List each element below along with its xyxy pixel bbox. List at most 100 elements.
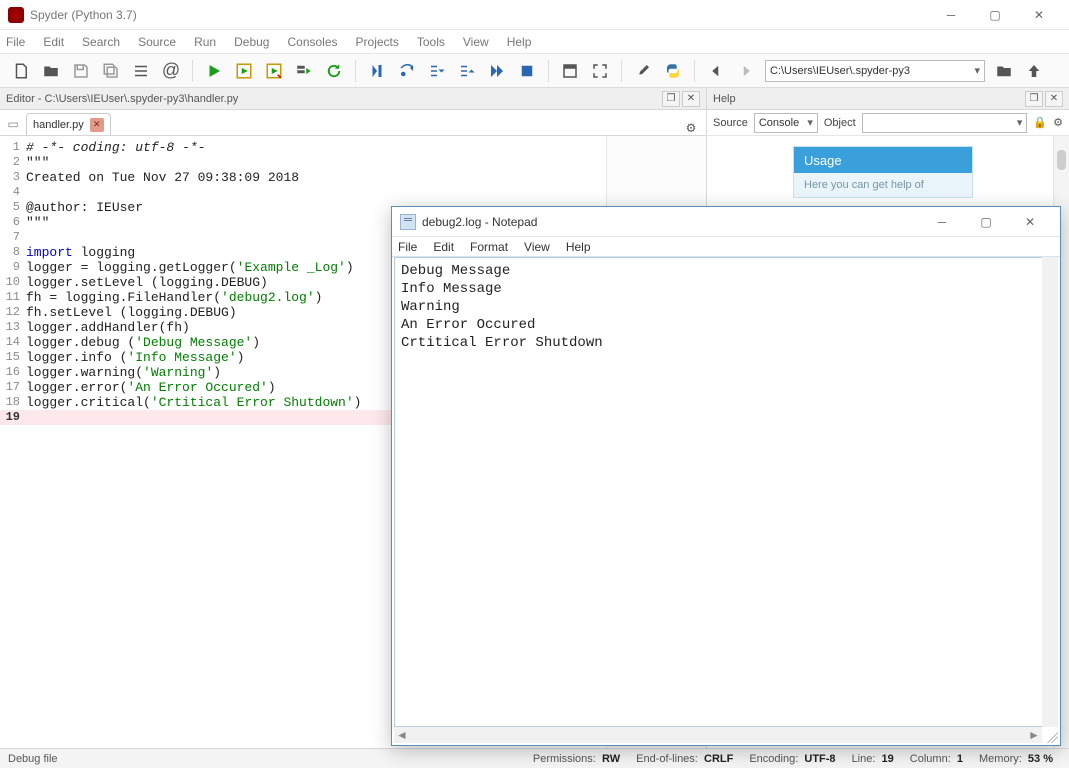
menu-run[interactable]: Run (194, 35, 216, 49)
step-over-icon[interactable] (395, 59, 419, 83)
status-enc-label: Encoding: (749, 753, 798, 765)
open-file-icon[interactable] (39, 59, 63, 83)
object-label: Object (824, 117, 856, 129)
status-col-label: Column: (910, 753, 951, 765)
notepad-menu-view[interactable]: View (524, 240, 550, 254)
editor-pane-title: Editor - C:\Users\IEUser\.spyder-py3\han… (6, 93, 238, 105)
debug-icon[interactable] (365, 59, 389, 83)
menu-consoles[interactable]: Consoles (287, 35, 337, 49)
source-combo[interactable]: Console▾ (754, 113, 818, 133)
switcher-icon[interactable] (129, 59, 153, 83)
usage-card: Usage Here you can get help of (793, 146, 973, 198)
menu-file[interactable]: File (6, 35, 25, 49)
editor-tabs: ▭ handler.py ✕ ⚙ (0, 110, 706, 136)
app-title: Spyder (Python 3.7) (30, 8, 929, 22)
parent-dir-icon[interactable] (1022, 59, 1046, 83)
editor-pane-header: Editor - C:\Users\IEUser\.spyder-py3\han… (0, 88, 706, 110)
stop-icon[interactable] (515, 59, 539, 83)
pane-undock-button[interactable]: ❐ (1025, 91, 1043, 107)
working-dir-combo[interactable]: C:\Users\IEUser\.spyder-py3 ▾ (765, 60, 985, 82)
menu-debug[interactable]: Debug (234, 35, 269, 49)
chevron-down-icon: ▾ (974, 64, 980, 77)
run-icon[interactable] (202, 59, 226, 83)
menu-projects[interactable]: Projects (356, 35, 399, 49)
browse-dir-icon[interactable] (992, 59, 1016, 83)
status-mem: 53 % (1028, 753, 1053, 765)
status-mem-label: Memory: (979, 753, 1022, 765)
back-icon[interactable] (704, 59, 728, 83)
notepad-icon (400, 214, 416, 230)
step-into-icon[interactable] (425, 59, 449, 83)
usage-text: Here you can get help of (794, 173, 972, 197)
tab-handler-py[interactable]: handler.py ✕ (26, 113, 111, 135)
notepad-titlebar[interactable]: debug2.log - Notepad ─ ▢ ✕ (392, 207, 1060, 237)
help-pane-title: Help (713, 93, 736, 105)
notepad-title: debug2.log - Notepad (422, 215, 920, 229)
status-enc: UTF-8 (804, 753, 835, 765)
close-button[interactable]: ✕ (1017, 1, 1061, 29)
status-perm: RW (602, 753, 620, 765)
new-file-icon[interactable] (9, 59, 33, 83)
pythonpath-icon[interactable] (661, 59, 685, 83)
notepad-menubar: File Edit Format View Help (392, 237, 1060, 257)
step-out-icon[interactable] (455, 59, 479, 83)
usage-header: Usage (794, 147, 972, 173)
menubar: File Edit Search Source Run Debug Consol… (0, 30, 1069, 54)
notepad-menu-help[interactable]: Help (566, 240, 591, 254)
pane-close-button[interactable]: ✕ (1045, 91, 1063, 107)
status-col: 1 (957, 753, 963, 765)
notepad-textarea[interactable]: Debug Message Info Message Warning An Er… (394, 257, 1058, 727)
notepad-maximize-button[interactable]: ▢ (964, 209, 1008, 235)
menu-tools[interactable]: Tools (417, 35, 445, 49)
preferences-icon[interactable] (631, 59, 655, 83)
fullscreen-icon[interactable] (588, 59, 612, 83)
save-icon[interactable] (69, 59, 93, 83)
menu-source[interactable]: Source (138, 35, 176, 49)
lock-icon[interactable]: 🔒 (1033, 116, 1047, 129)
notepad-vscrollbar[interactable] (1042, 257, 1058, 727)
notepad-resize-grip[interactable] (1044, 729, 1058, 743)
pane-undock-button[interactable]: ❐ (662, 91, 680, 107)
spyder-icon (8, 7, 24, 23)
status-left: Debug file (8, 753, 58, 765)
menu-help[interactable]: Help (507, 35, 532, 49)
tab-browse-icon[interactable]: ▭ (4, 113, 22, 135)
status-perm-label: Permissions: (533, 753, 596, 765)
notepad-menu-file[interactable]: File (398, 240, 417, 254)
status-line-label: Line: (852, 753, 876, 765)
forward-icon[interactable] (734, 59, 758, 83)
editor-options-icon[interactable]: ⚙ (680, 121, 702, 135)
object-combo[interactable]: ▾ (862, 113, 1028, 133)
at-symbol-icon[interactable]: @ (159, 59, 183, 83)
status-eol: CRLF (704, 753, 733, 765)
source-label: Source (713, 117, 748, 129)
working-dir-text: C:\Users\IEUser\.spyder-py3 (770, 65, 910, 77)
save-all-icon[interactable] (99, 59, 123, 83)
menu-edit[interactable]: Edit (43, 35, 64, 49)
run-cell-icon[interactable] (232, 59, 256, 83)
pane-close-button[interactable]: ✕ (682, 91, 700, 107)
help-options-icon[interactable]: ⚙ (1053, 116, 1063, 129)
notepad-menu-edit[interactable]: Edit (433, 240, 454, 254)
maximize-pane-icon[interactable] (558, 59, 582, 83)
help-pane-header: Help ❐ ✕ (707, 88, 1069, 110)
continue-icon[interactable] (485, 59, 509, 83)
maximize-button[interactable]: ▢ (973, 1, 1017, 29)
notepad-window[interactable]: debug2.log - Notepad ─ ▢ ✕ File Edit For… (391, 206, 1061, 746)
rerun-icon[interactable] (322, 59, 346, 83)
tab-label: handler.py (33, 119, 84, 131)
statusbar: Debug file Permissions: RW End-of-lines:… (0, 748, 1069, 768)
status-eol-label: End-of-lines: (636, 753, 698, 765)
tab-close-icon[interactable]: ✕ (90, 118, 104, 132)
menu-search[interactable]: Search (82, 35, 120, 49)
notepad-close-button[interactable]: ✕ (1008, 209, 1052, 235)
notepad-minimize-button[interactable]: ─ (920, 209, 964, 235)
toolbar: @ C:\Users\IEUser\.spyder-py3 ▾ (0, 54, 1069, 88)
notepad-hscrollbar[interactable]: ◄► (394, 727, 1042, 743)
titlebar: Spyder (Python 3.7) ─ ▢ ✕ (0, 0, 1069, 30)
menu-view[interactable]: View (463, 35, 489, 49)
notepad-menu-format[interactable]: Format (470, 240, 508, 254)
run-cell-advance-icon[interactable] (262, 59, 286, 83)
run-selection-icon[interactable] (292, 59, 316, 83)
minimize-button[interactable]: ─ (929, 1, 973, 29)
